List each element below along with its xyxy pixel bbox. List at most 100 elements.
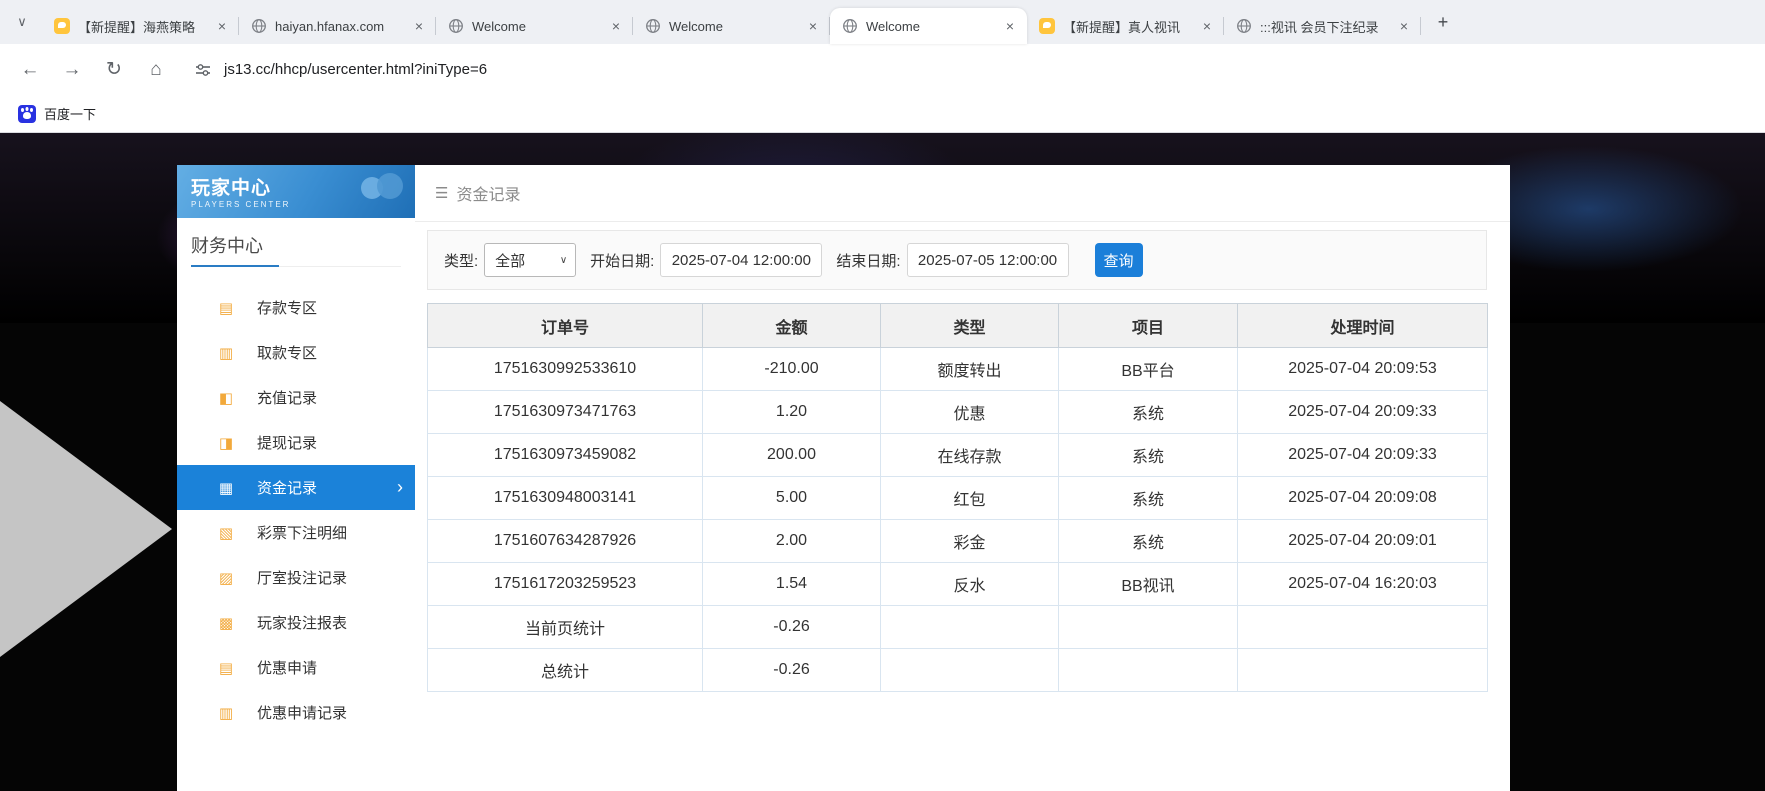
bookmark-label: 百度一下 <box>44 104 96 123</box>
globe-icon <box>448 18 464 34</box>
url-text[interactable]: js13.cc/hhcp/usercenter.html?iniType=6 <box>224 61 487 78</box>
player-center-card: 玩家中心 PLAYERS CENTER 财务中心 ▤ 存款专区 ▥ 取款专区 ◧… <box>177 165 1510 791</box>
tab-live-video[interactable]: 【新提醒】真人视讯 × <box>1027 8 1224 44</box>
sidebar-item-label: 彩票下注明细 <box>257 522 347 543</box>
site-info-icon[interactable] <box>190 57 216 83</box>
cell-type: 红包 <box>881 477 1059 520</box>
reload-button[interactable]: ↻ <box>96 52 132 88</box>
cell-type: 额度转出 <box>881 348 1059 391</box>
cell-project: BB平台 <box>1059 348 1238 391</box>
cell-project: 系统 <box>1059 434 1238 477</box>
cell-amount: -0.26 <box>703 649 881 692</box>
cell-time: 2025-07-04 16:20:03 <box>1238 563 1488 606</box>
end-date-label: 结束日期: <box>836 250 900 271</box>
cell-order-no: 1751607634287926 <box>428 520 703 563</box>
forward-icon: → <box>63 59 82 81</box>
cell-time: 2025-07-04 20:09:33 <box>1238 391 1488 434</box>
select-caret-icon: ∨ <box>560 255 567 266</box>
close-icon[interactable]: × <box>1001 17 1019 35</box>
cell-project <box>1059 649 1238 692</box>
tab-label: Welcome <box>669 19 796 34</box>
tab-label: haiyan.hfanax.com <box>275 19 402 34</box>
search-button[interactable]: 查询 <box>1095 243 1143 277</box>
cell-type: 彩金 <box>881 520 1059 563</box>
close-icon[interactable]: × <box>1198 17 1216 35</box>
new-tab-button[interactable]: + <box>1429 8 1457 36</box>
cell-project: 系统 <box>1059 477 1238 520</box>
type-select-value: 全部 <box>495 250 525 271</box>
sidebar-item-label: 充值记录 <box>257 387 317 408</box>
header-order-no: 订单号 <box>428 304 703 348</box>
tab-welcome-1[interactable]: Welcome × <box>436 8 633 44</box>
cell-amount: -0.26 <box>703 606 881 649</box>
tab-welcome-2[interactable]: Welcome × <box>633 8 830 44</box>
cell-summary-label: 当前页统计 <box>428 606 703 649</box>
tab-search-button[interactable]: ∨ <box>8 8 36 36</box>
background-triangle <box>0 401 172 657</box>
type-select[interactable]: 全部 ∨ <box>484 243 576 277</box>
sidebar-item-recharge-records[interactable]: ◧ 充值记录 <box>177 375 415 420</box>
sidebar-section-title: 财务中心 <box>191 232 401 267</box>
sidebar-item-lottery-bet-details[interactable]: ▧ 彩票下注明细 <box>177 510 415 555</box>
cell-order-no: 1751630973471763 <box>428 391 703 434</box>
close-icon[interactable]: × <box>1395 17 1413 35</box>
cell-order-no: 1751630992533610 <box>428 348 703 391</box>
sidebar-item-label: 玩家投注报表 <box>257 612 347 633</box>
sidebar-item-promo-apply[interactable]: ▤ 优惠申请 <box>177 645 415 690</box>
home-button[interactable]: ⌂ <box>138 52 174 88</box>
table-summary-row-page: 当前页统计 -0.26 <box>428 606 1488 649</box>
plus-icon: + <box>1438 12 1449 33</box>
close-icon[interactable]: × <box>804 17 822 35</box>
cell-time: 2025-07-04 20:09:53 <box>1238 348 1488 391</box>
sidebar-item-promo-apply-records[interactable]: ▥ 优惠申请记录 <box>177 690 415 735</box>
close-icon[interactable]: × <box>607 17 625 35</box>
header-project: 项目 <box>1059 304 1238 348</box>
globe-icon <box>842 18 858 34</box>
baidu-paw-icon <box>18 105 36 123</box>
cell-project: 系统 <box>1059 520 1238 563</box>
cell-order-no: 1751617203259523 <box>428 563 703 606</box>
sidebar-item-fund-records[interactable]: ▦ 资金记录 › <box>177 465 415 510</box>
close-icon[interactable]: × <box>213 17 231 35</box>
cell-order-no: 1751630948003141 <box>428 477 703 520</box>
sidebar-item-withdrawal-records[interactable]: ◨ 提现记录 <box>177 420 415 465</box>
cell-order-no: 1751630973459082 <box>428 434 703 477</box>
table-row: 1751617203259523 1.54 反水 BB视讯 2025-07-04… <box>428 563 1488 606</box>
table-summary-row-total: 总统计 -0.26 <box>428 649 1488 692</box>
tab-haiyan-strategy[interactable]: 【新提醒】海燕策略 × <box>42 8 239 44</box>
tab-label: Welcome <box>866 19 993 34</box>
start-date-input[interactable] <box>660 243 822 277</box>
forward-button[interactable]: → <box>54 52 90 88</box>
tab-bet-records[interactable]: :::视讯 会员下注纪录 × <box>1224 8 1421 44</box>
sidebar-item-player-bet-report[interactable]: ▩ 玩家投注报表 <box>177 600 415 645</box>
cell-time <box>1238 606 1488 649</box>
promo-record-icon: ▥ <box>217 704 235 722</box>
withdraw-icon: ▥ <box>217 344 235 362</box>
close-icon[interactable]: × <box>410 17 428 35</box>
back-button[interactable]: ← <box>12 52 48 88</box>
sidebar-item-deposit-zone[interactable]: ▤ 存款专区 <box>177 285 415 330</box>
sidebar-item-withdraw-zone[interactable]: ▥ 取款专区 <box>177 330 415 375</box>
home-icon: ⌂ <box>150 59 161 81</box>
sidebar-item-label: 取款专区 <box>257 342 317 363</box>
page-title: 资金记录 <box>456 181 520 205</box>
type-label: 类型: <box>444 250 478 271</box>
cell-summary-label: 总统计 <box>428 649 703 692</box>
page-header: ☰ 资金记录 <box>415 165 1510 222</box>
cell-project <box>1059 606 1238 649</box>
chat-app-icon <box>54 18 70 34</box>
end-date-input[interactable] <box>907 243 1069 277</box>
cell-amount: -210.00 <box>703 348 881 391</box>
cell-amount: 5.00 <box>703 477 881 520</box>
chevron-down-icon: ∨ <box>17 14 27 30</box>
address-bar[interactable]: js13.cc/hhcp/usercenter.html?iniType=6 <box>180 52 1753 88</box>
cell-time: 2025-07-04 20:09:08 <box>1238 477 1488 520</box>
promo-icon: ▤ <box>217 659 235 677</box>
sidebar-item-hall-bet-records[interactable]: ▨ 厅室投注记录 <box>177 555 415 600</box>
tab-welcome-active[interactable]: Welcome × <box>830 8 1027 44</box>
tab-hfanax[interactable]: haiyan.hfanax.com × <box>239 8 436 44</box>
bookmark-baidu[interactable]: 百度一下 <box>10 100 104 127</box>
main-panel: ☰ 资金记录 类型: 全部 ∨ 开始日期: 结束日期: 查询 订单号 <box>415 165 1510 791</box>
deposit-icon: ▤ <box>217 299 235 317</box>
sidebar-header: 玩家中心 PLAYERS CENTER <box>177 165 415 218</box>
